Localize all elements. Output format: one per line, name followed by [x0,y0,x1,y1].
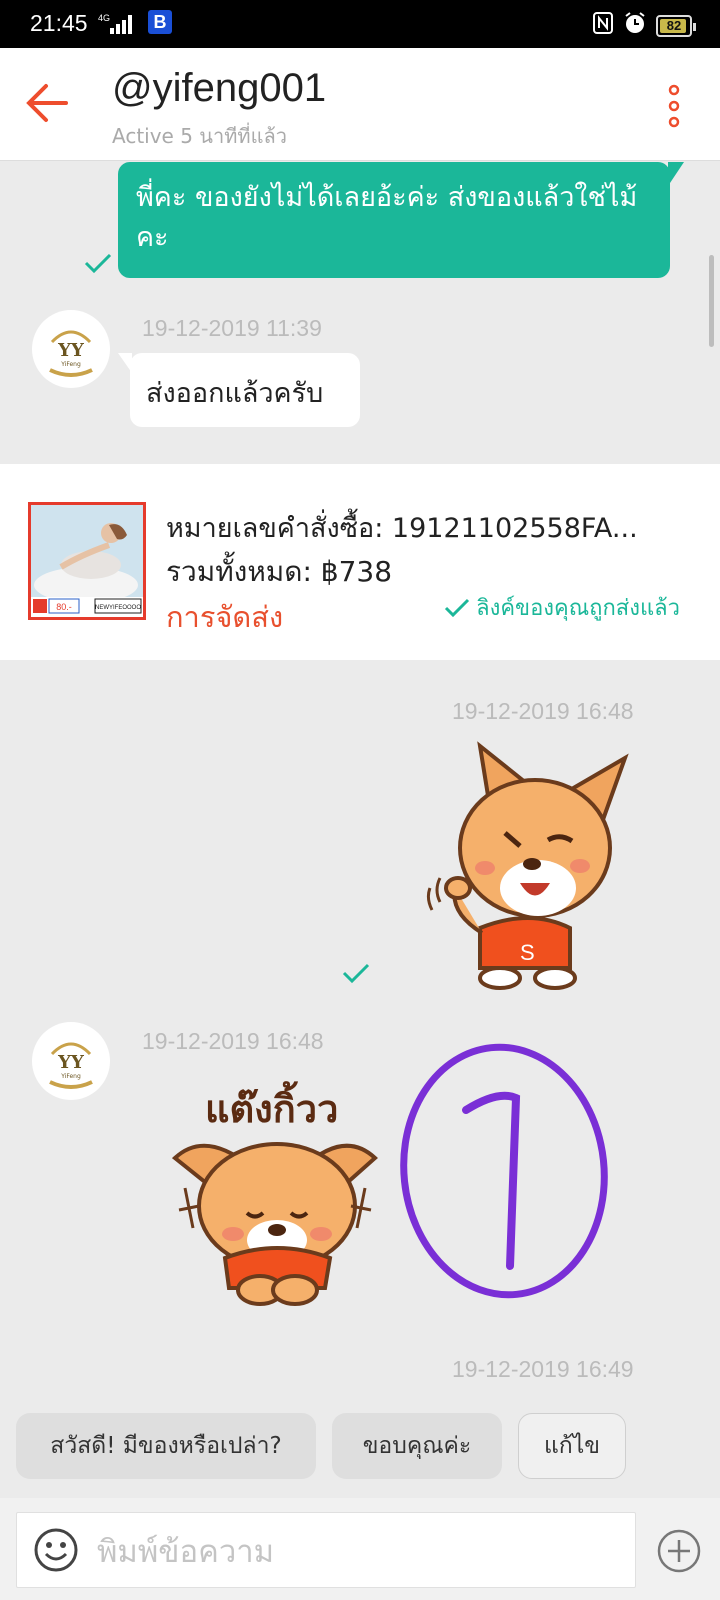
svg-text:YiFeng: YiFeng [60,1073,81,1080]
outgoing-message-bubble[interactable]: พี่คะ ของยังไม่ได้เลยอ้ะค่ะ ส่งของแล้วใช… [118,162,670,278]
svg-text:YiFeng: YiFeng [60,361,81,368]
battery-icon: 82 [656,15,696,37]
order-number: หมายเลขคำสั่งซื้อ: 19121102558FA... [166,513,638,544]
message-timestamp: 19-12-2019 11:39 [142,315,322,341]
message-timestamp: 19-12-2019 16:48 [142,1028,324,1054]
quick-replies-bar: สวัสดี! มีของหรือเปล่า? ขอบคุณค่ะ แก้ไข [0,1395,720,1479]
status-time: 21:45 [30,10,88,36]
emoji-icon[interactable] [33,1527,79,1573]
chat-title: @yifeng001 [112,66,327,110]
svg-text:YY: YY [57,340,85,361]
seller-avatar[interactable]: YY YiFeng [32,310,110,388]
bubble-tail [118,353,132,373]
order-product-thumbnail[interactable]: 80.- NEWYIFEOOOO [28,502,146,620]
message-input-bar [0,1498,720,1600]
message-input-box[interactable] [16,1512,636,1588]
link-sent-status: ลิงค์ของคุณถูกส่งแล้ว [444,590,680,625]
chat-header: @yifeng001 Active 5 นาทีที่แล้ว [0,48,720,161]
link-sent-label: ลิงค์ของคุณถูกส่งแล้ว [476,596,680,621]
message-timestamp: 19-12-2019 16:48 [452,698,634,724]
back-arrow-icon[interactable] [22,78,72,128]
message-text: พี่คะ ของยังไม่ได้เลยอ้ะค่ะ ส่งของแล้วใช… [136,182,638,253]
bubble-tail [668,162,684,186]
status-bar: 21:45 4G B 82 [0,0,720,48]
thumb-code-badge: NEWYIFEOOOO [95,605,141,611]
annotation-circle-1 [398,1040,610,1302]
read-check-icon [342,962,370,984]
message-input[interactable] [95,1527,619,1577]
message-timestamp: 19-12-2019 16:49 [452,1356,634,1382]
quick-reply-thanks[interactable]: ขอบคุณค่ะ [332,1413,502,1479]
nfc-icon [592,11,614,41]
svg-text:YY: YY [57,1052,85,1073]
order-total: รวมทั้งหมด: ฿738 [166,555,393,588]
order-card[interactable]: 80.- NEWYIFEOOOO หมายเลขคำสั่งซื้อ: 1912… [0,464,720,660]
incoming-message-bubble[interactable]: ส่งออกแล้วครับ [130,353,360,427]
read-check-icon [84,252,112,274]
chat-messages-area[interactable]: พี่คะ ของยังไม่ได้เลยอ้ะค่ะ ส่งของแล้วใช… [0,160,720,1395]
check-icon [445,598,470,617]
quick-reply-edit[interactable]: แก้ไข [518,1413,626,1479]
message-text: ส่งออกแล้วครับ [146,378,324,409]
battery-level: 82 [666,18,682,33]
more-options-icon[interactable] [664,84,684,132]
thumb-price-badge: 80.- [56,602,72,612]
sticker-shirt-letter: S [520,940,535,965]
signal-icon: 4G [98,12,138,42]
svg-text:4G: 4G [98,13,110,23]
app-badge-icon: B [148,10,172,34]
seller-avatar[interactable]: YY YiFeng [32,1022,110,1100]
quick-reply-hello[interactable]: สวัสดี! มีของหรือเปล่า? [16,1413,316,1479]
order-status: การจัดส่ง [166,600,284,634]
add-attachment-icon[interactable] [656,1528,702,1574]
thank-you-dog-sticker[interactable] [165,1118,385,1308]
scrollbar[interactable] [709,255,714,347]
waving-dog-sticker[interactable]: S [420,738,640,994]
alarm-icon [622,10,648,42]
chat-active-status: Active 5 นาทีที่แล้ว [112,124,287,148]
